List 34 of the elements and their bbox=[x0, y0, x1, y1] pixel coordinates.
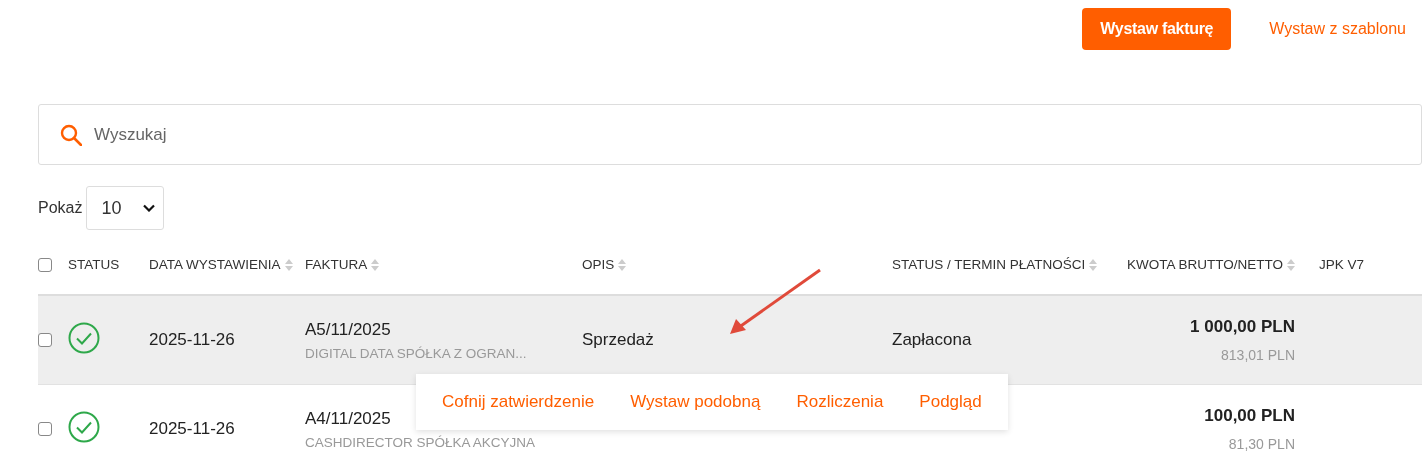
table-row[interactable]: 2025-11-26 A5/11/2025 DIGITAL DATA SPÓŁKA Z OGRAN... Sprzedaż Zapłacona 1 000,00 PLN 813,01 PLN bbox=[38, 296, 1422, 385]
column-header[interactable]: KWOTA BRUTTO/NETTO bbox=[1127, 254, 1283, 276]
sort-icon bbox=[371, 259, 380, 271]
page-size-select[interactable]: 10 bbox=[86, 186, 165, 230]
gross-amount: 100,00 PLN bbox=[1204, 406, 1295, 426]
search-icon bbox=[60, 123, 82, 146]
net-amount: 81,30 PLN bbox=[1228, 436, 1295, 452]
sort-icon bbox=[1287, 259, 1295, 271]
payment-status: Zapłacona bbox=[892, 330, 972, 349]
client-name: DIGITAL DATA SPÓŁKA Z OGRAN... bbox=[305, 345, 528, 361]
column-header[interactable]: STATUS / TERMIN PŁATNOŚCI bbox=[892, 254, 1086, 276]
net-amount: 813,01 PLN bbox=[1221, 347, 1295, 363]
column-header[interactable]: OPIS bbox=[582, 254, 615, 276]
check-circle-icon bbox=[68, 410, 100, 443]
sort-icon bbox=[618, 259, 627, 271]
row-checkbox[interactable] bbox=[38, 333, 52, 347]
check-circle-icon bbox=[68, 321, 100, 354]
chevron-down-icon bbox=[143, 204, 156, 212]
column-header[interactable]: JPK V7 bbox=[1319, 254, 1365, 276]
sort-icon bbox=[1089, 259, 1098, 271]
column-header[interactable]: DATA WYSTAWIENIA bbox=[149, 254, 281, 276]
row-checkbox[interactable] bbox=[38, 422, 52, 436]
invoice-number[interactable]: A5/11/2025 bbox=[305, 319, 582, 340]
date-text: 2025-11-26 bbox=[149, 419, 235, 438]
page-size-label: Pokaż bbox=[38, 199, 83, 217]
search-bar[interactable]: Wyszukaj bbox=[38, 104, 1422, 165]
column-header[interactable]: STATUS bbox=[68, 254, 120, 276]
date-text: 2025-11-26 bbox=[149, 330, 235, 349]
gross-amount: 1 000,00 PLN bbox=[1190, 317, 1295, 337]
client-name: CASHDIRECTOR SPÓŁKA AKCYJNA bbox=[305, 434, 537, 450]
sort-icon bbox=[284, 259, 293, 271]
description-text: Sprzedaż bbox=[582, 330, 654, 349]
select-all-checkbox[interactable] bbox=[38, 258, 52, 272]
column-header[interactable]: FAKTURA bbox=[305, 254, 368, 276]
